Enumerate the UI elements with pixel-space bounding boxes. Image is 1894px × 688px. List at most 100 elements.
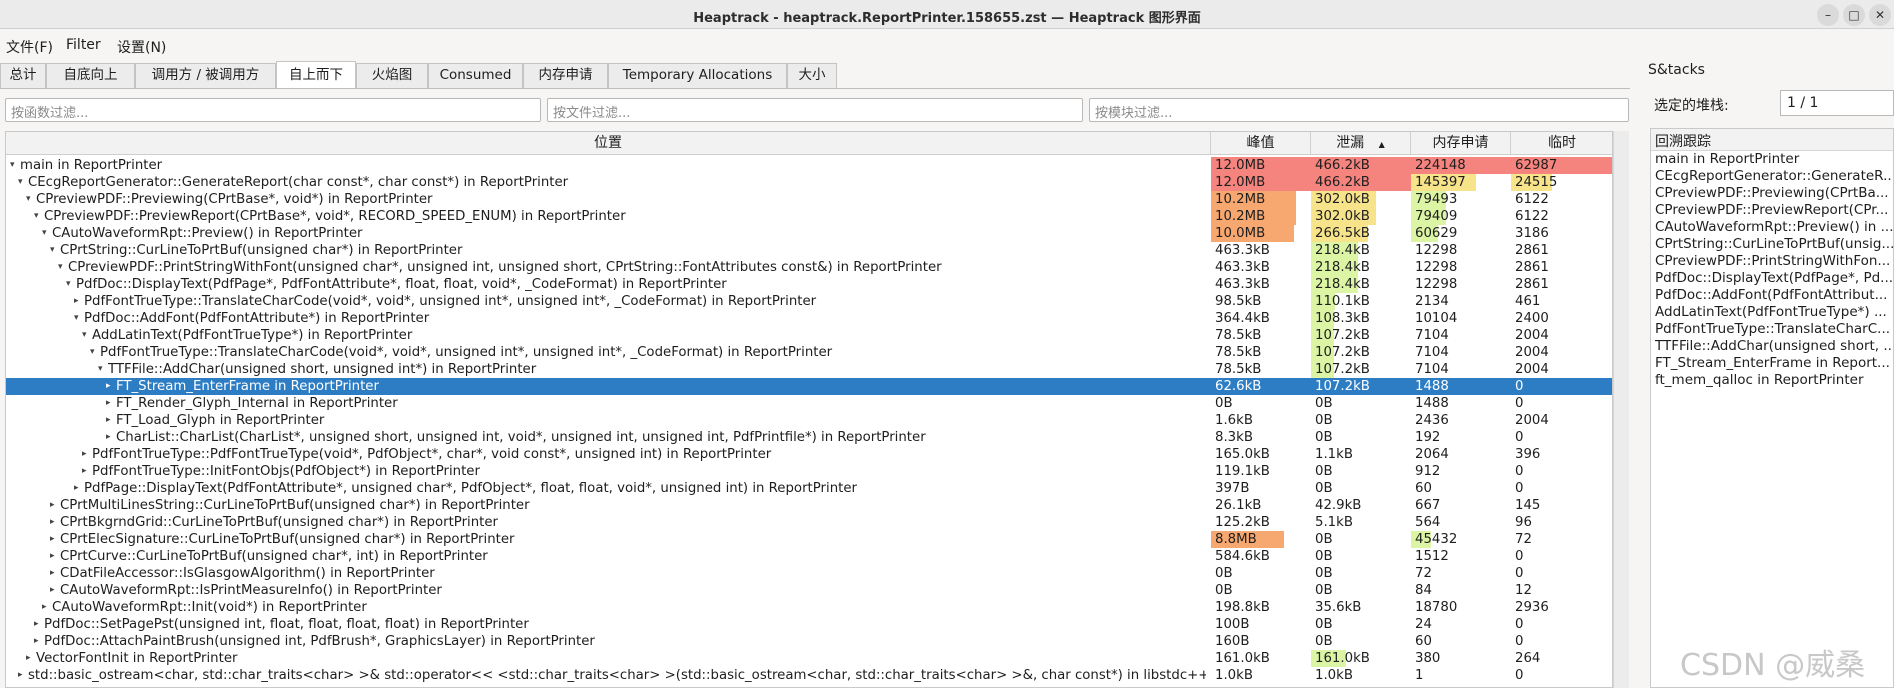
table-row[interactable]: ▾ CEcgReportGenerator::GenerateReport(cha… [6,174,1612,191]
vertical-scrollbar[interactable] [1613,131,1629,688]
collapsed-arrow-icon[interactable]: ▸ [106,395,111,412]
tab-top-down[interactable]: 自上而下 [276,61,356,88]
expanded-arrow-icon[interactable]: ▾ [58,259,63,276]
collapsed-arrow-icon[interactable]: ▸ [50,531,55,548]
tab-caller-callee[interactable]: 调用方 / 被调用方 [135,63,276,88]
tab-sizes[interactable]: 大小 [787,63,837,88]
collapsed-arrow-icon[interactable]: ▸ [106,378,111,395]
table-row[interactable]: ▸ VectorFontInit in ReportPrinter 161.0kB 1… [6,650,1612,667]
expanded-arrow-icon[interactable]: ▾ [50,242,55,259]
table-row[interactable]: ▸ FT_Load_Glyph in ReportPrinter 1.6kB 0B 24… [6,412,1612,429]
backtrace-item[interactable]: AddLatinText(PdfFontTrueType*) ... [1651,304,1893,321]
backtrace-item[interactable]: PdfFontTrueType::TranslateCharC... [1651,321,1893,338]
tab-consumed[interactable]: Consumed [428,63,523,88]
table-row[interactable]: ▸ PdfFontTrueType::PdfFontTrueType(void*,… [6,446,1612,463]
table-row[interactable]: ▸ CharList::CharList(CharList*, unsigned … [6,429,1612,446]
table-row[interactable]: ▸ CPrtMultiLinesString::CurLineToPrtBuf(u… [6,497,1612,514]
column-leak[interactable]: 泄漏 ▲ [1311,132,1411,155]
expanded-arrow-icon[interactable]: ▾ [90,344,95,361]
table-row[interactable]: ▾ main in ReportPrinter 12.0MB 466.2kB 22414… [6,157,1612,174]
module-filter-input[interactable]: 按模块过滤... [1089,98,1629,122]
collapsed-arrow-icon[interactable]: ▸ [74,480,79,497]
table-row[interactable]: ▾ CPreviewPDF::PrintStringWithFont(unsign… [6,259,1612,276]
expanded-arrow-icon[interactable]: ▾ [98,361,103,378]
table-row[interactable]: ▸ FT_Stream_EnterFrame in ReportPrinter 62… [6,378,1612,395]
collapsed-arrow-icon[interactable]: ▸ [106,412,111,429]
table-row[interactable]: ▸ PdfPage::DisplayText(PdfFontAttribute*,… [6,480,1612,497]
tab-summary[interactable]: 总计 [0,63,46,88]
collapsed-arrow-icon[interactable]: ▸ [34,633,39,650]
expanded-arrow-icon[interactable]: ▾ [10,157,15,174]
backtrace-item[interactable]: FT_Stream_EnterFrame in Report... [1651,355,1893,372]
collapsed-arrow-icon[interactable]: ▸ [50,565,55,582]
column-peak[interactable]: 峰值 [1211,132,1311,155]
collapsed-arrow-icon[interactable]: ▸ [74,293,79,310]
expanded-arrow-icon[interactable]: ▾ [42,225,47,242]
table-row[interactable]: ▾ CAutoWaveformRpt::Preview() in ReportPr… [6,225,1612,242]
backtrace-item[interactable]: PdfDoc::DisplayText(PdfPage*, Pd... [1651,270,1893,287]
table-row[interactable]: ▾ CPreviewPDF::PreviewReport(CPrtBase*, v… [6,208,1612,225]
table-row[interactable]: ▾ TTFFile::AddChar(unsigned short, unsign… [6,361,1612,378]
collapsed-arrow-icon[interactable]: ▸ [50,548,55,565]
column-location[interactable]: 位置 [6,132,1211,155]
table-row[interactable]: ▾ CPreviewPDF::Previewing(CPrtBase*, void… [6,191,1612,208]
tab-flame-graph[interactable]: 火焰图 [356,63,428,88]
expanded-arrow-icon[interactable]: ▾ [18,174,23,191]
column-temporary[interactable]: 临时 [1511,132,1612,155]
expanded-arrow-icon[interactable]: ▾ [34,208,39,225]
menu-settings[interactable]: 设置(N) [117,37,166,57]
expanded-arrow-icon[interactable]: ▾ [26,191,31,208]
backtrace-item[interactable]: CPrtString::CurLineToPrtBuf(unsig... [1651,236,1893,253]
table-row[interactable]: ▸ CPrtBkgrndGrid::CurLineToPrtBuf(unsigne… [6,514,1612,531]
table-row[interactable]: ▸ PdfDoc::SetPagePst(unsigned int, float,… [6,616,1612,633]
table-row[interactable]: ▸ PdfFontTrueType::TranslateCharCode(void… [6,293,1612,310]
table-row[interactable]: ▾ PdfDoc::AddFont(PdfFontAttribute*) in R… [6,310,1612,327]
backtrace-item[interactable]: PdfDoc::AddFont(PdfFontAttribut... [1651,287,1893,304]
menu-filter[interactable]: Filter [66,37,101,53]
collapsed-arrow-icon[interactable]: ▸ [18,667,23,684]
close-button[interactable]: ✕ [1869,4,1891,26]
table-row[interactable]: ▾ PdfFontTrueType::TranslateCharCode(void… [6,344,1612,361]
table-row[interactable]: ▸ CDatFileAccessor::IsGlasgowAlgorithm() … [6,565,1612,582]
table-row[interactable]: ▸ CAutoWaveformRpt::Init(void*) in Report… [6,599,1612,616]
file-filter-input[interactable]: 按文件过滤... [547,98,1083,122]
backtrace-item[interactable]: main in ReportPrinter [1651,151,1893,168]
backtrace-item[interactable]: TTFFile::AddChar(unsigned short, ... [1651,338,1893,355]
menu-file[interactable]: 文件(F) [6,37,53,57]
table-row[interactable]: ▾ PdfDoc::DisplayText(PdfPage*, PdfFontAt… [6,276,1612,293]
expanded-arrow-icon[interactable]: ▾ [82,327,87,344]
collapsed-arrow-icon[interactable]: ▸ [42,599,47,616]
maximize-button[interactable]: □ [1843,4,1865,26]
table-row[interactable]: ▸ CAutoWaveformRpt::IsPrintMeasureInfo() … [6,582,1612,599]
collapsed-arrow-icon[interactable]: ▸ [82,446,87,463]
backtrace-item[interactable]: CPreviewPDF::PrintStringWithFon... [1651,253,1893,270]
table-row[interactable]: ▸ PdfDoc::AttachPaintBrush(unsigned int, … [6,633,1612,650]
table-row[interactable]: ▸ PdfFontTrueType::InitFontObjs(PdfObject… [6,463,1612,480]
collapsed-arrow-icon[interactable]: ▸ [34,616,39,633]
table-row[interactable]: ▸ CPrtElecSignature::CurLineToPrtBuf(unsi… [6,531,1612,548]
backtrace-item[interactable]: CPreviewPDF::Previewing(CPrtBa... [1651,185,1893,202]
column-allocations[interactable]: 内存申请 [1411,132,1511,155]
collapsed-arrow-icon[interactable]: ▸ [50,497,55,514]
expanded-arrow-icon[interactable]: ▾ [74,310,79,327]
collapsed-arrow-icon[interactable]: ▸ [50,514,55,531]
minimize-button[interactable]: – [1817,4,1839,26]
backtrace-item[interactable]: CEcgReportGenerator::GenerateR... [1651,168,1893,185]
table-row[interactable]: ▸ std::basic_ostream<char, std::char_trai… [6,667,1612,684]
tab-temporary-allocations[interactable]: Temporary Allocations [608,63,787,88]
table-row[interactable]: ▸ FT_Render_Glyph_Internal in ReportPrint… [6,395,1612,412]
collapsed-arrow-icon[interactable]: ▸ [82,463,87,480]
collapsed-arrow-icon[interactable]: ▸ [50,582,55,599]
function-filter-input[interactable]: 按函数过滤... [5,98,541,122]
backtrace-item[interactable]: CAutoWaveformRpt::Preview() in ... [1651,219,1893,236]
tab-allocations[interactable]: 内存申请 [523,63,608,88]
backtrace-item[interactable]: ft_mem_qalloc in ReportPrinter [1651,372,1893,389]
table-row[interactable]: ▾ AddLatinText(PdfFontTrueType*) in Repor… [6,327,1612,344]
selected-stack-spinbox[interactable]: 1 / 1 [1780,90,1894,116]
table-row[interactable]: ▸ CPrtCurve::CurLineToPrtBuf(unsigned cha… [6,548,1612,565]
expanded-arrow-icon[interactable]: ▾ [66,276,71,293]
collapsed-arrow-icon[interactable]: ▸ [106,429,111,446]
backtrace-item[interactable]: CPreviewPDF::PreviewReport(CPr... [1651,202,1893,219]
tab-bottom-up[interactable]: 自底向上 [46,63,135,88]
table-row[interactable]: ▾ CPrtString::CurLineToPrtBuf(unsigned ch… [6,242,1612,259]
